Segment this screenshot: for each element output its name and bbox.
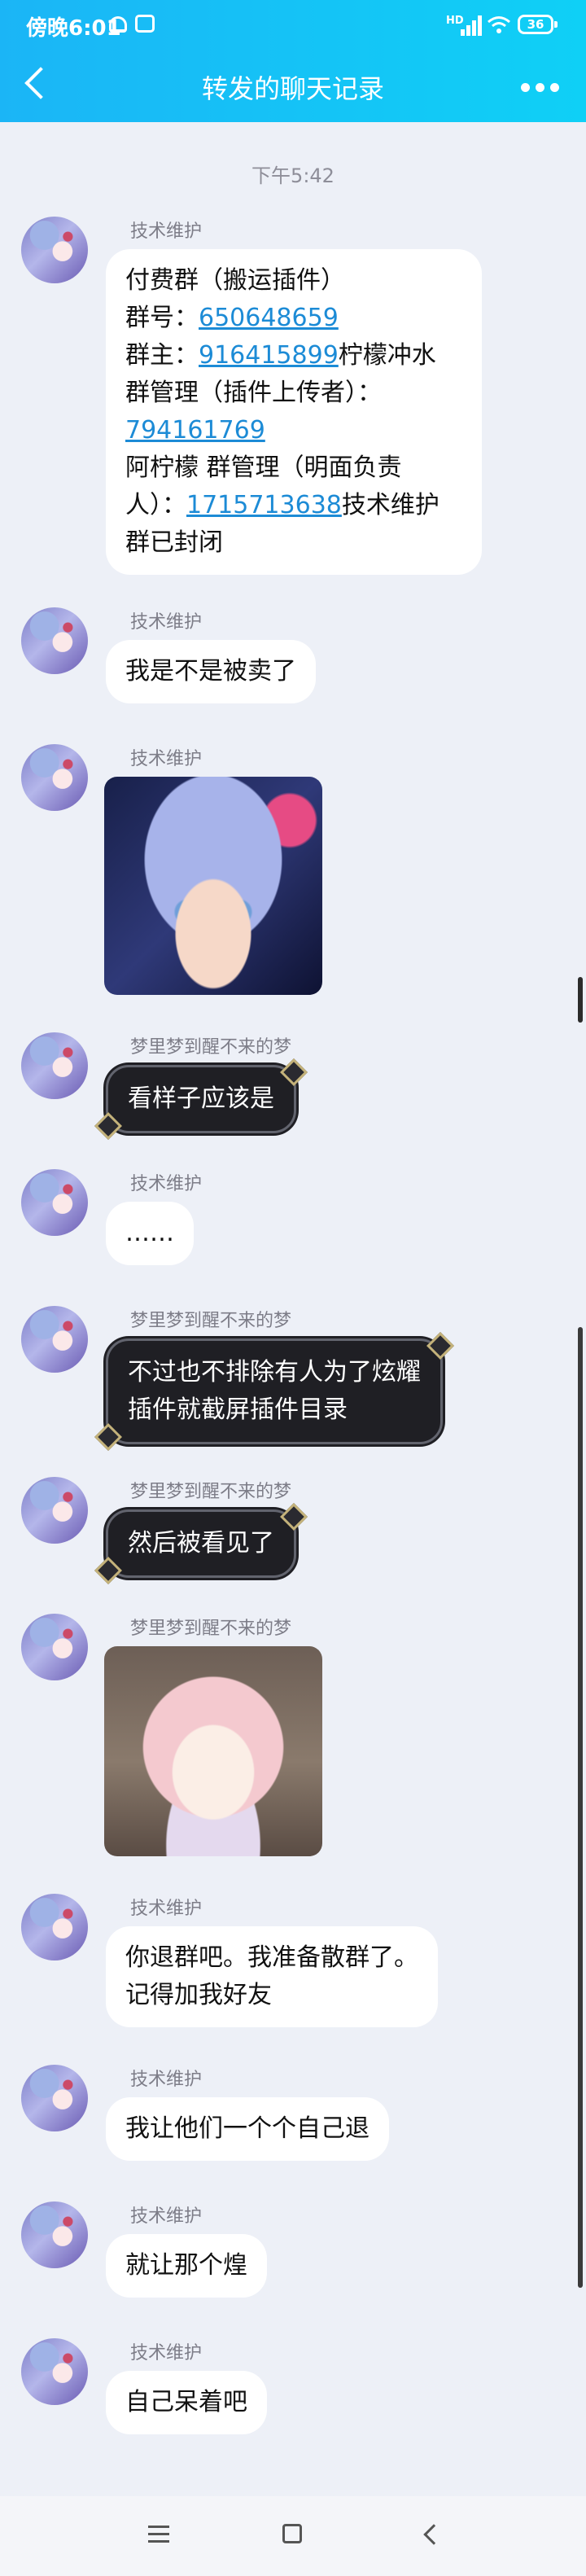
message-bubble[interactable]: 不过也不排除有人为了炫耀 插件就截屏插件目录 [106,1338,443,1444]
message-bubble[interactable]: 就让那个煌 [106,2234,267,2298]
sender-name: 梦里梦到醒不来的梦 [130,1037,292,1058]
time-divider: 下午5:42 [251,164,335,187]
admin-id-link[interactable]: 794161769 [125,416,265,445]
message-bubble[interactable]: 付费群（搬运插件） 群号：650648659 群主：916415899柠檬冲水 … [106,249,482,575]
battery-icon: 36 [518,15,558,34]
avatar[interactable] [21,1306,88,1373]
avatar[interactable] [21,2201,88,2268]
anime-girl-sticker[interactable] [104,777,322,995]
message-line: 你退群吧。我准备散群了。 [125,1943,418,1972]
sender-name: 梦里梦到醒不来的梦 [130,1482,292,1502]
message-line: 不过也不排除有人为了炫耀 [128,1358,421,1387]
sender-name: 技术维护 [130,2206,203,2227]
message-bubble[interactable]: 看样子应该是 [106,1065,296,1133]
app-notification-icon [135,15,155,33]
avatar[interactable] [21,2065,88,2131]
message-line: 794161769 [125,412,462,449]
menu-lines-icon[interactable] [148,2526,169,2543]
message-line: 付费群（搬运插件） [125,266,345,295]
nav-bar: 转发的聊天记录 [0,52,586,122]
sender-name: 技术维护 [130,1174,203,1194]
group-number-link[interactable]: 650648659 [199,304,339,332]
back-triangle-icon[interactable] [423,2524,444,2545]
avatar[interactable] [21,607,88,674]
system-navigation [0,2496,586,2576]
message-bubble[interactable]: 我让他们一个个自己退 [106,2097,389,2161]
message-line: 群号：650648659 [125,304,339,332]
sender-name: 梦里梦到醒不来的梦 [130,1311,292,1331]
home-square-icon[interactable] [282,2524,302,2543]
avatar[interactable] [21,1477,88,1544]
status-time: 傍晚6:01 [26,16,121,41]
owner-id-link[interactable]: 916415899 [199,341,339,370]
message-line: 插件就截屏插件目录 [128,1395,348,1424]
status-bar: 傍晚6:01 HD 36 [0,0,586,52]
scrollbar-thumb[interactable] [578,977,583,1023]
message-bubble[interactable]: …… [106,1202,194,1265]
notification-bell-icon [109,16,127,33]
avatar[interactable] [21,217,88,283]
message-line: 阿柠檬 群管理（明面负责 [125,453,402,482]
more-dots-icon[interactable] [521,83,560,93]
message-bubble[interactable]: 你退群吧。我准备散群了。 记得加我好友 [106,1926,438,2027]
sender-name: 技术维护 [130,612,203,633]
chat-history[interactable]: 下午5:42 技术维护 付费群（搬运插件） 群号：650648659 群主：91… [0,122,586,2496]
avatar[interactable] [21,1894,88,1960]
sender-name: 技术维护 [130,2343,203,2364]
avatar[interactable] [21,744,88,811]
message-bubble[interactable]: 我是不是被卖了 [106,640,316,703]
avatar[interactable] [21,1169,88,1236]
sender-name: 技术维护 [130,749,203,769]
sender-name: 技术维护 [130,221,203,242]
sender-name: 技术维护 [130,2070,203,2090]
message-line: 群已封闭 [125,528,223,557]
message-bubble[interactable]: 自己呆着吧 [106,2371,267,2434]
message-line: 人）：1715713638技术维护 [125,491,440,519]
page-title: 转发的聊天记录 [201,73,384,104]
crying-anime-girl-sticker[interactable] [104,1646,322,1856]
avatar[interactable] [21,2338,88,2405]
manager-id-link[interactable]: 1715713638 [186,491,342,519]
message-bubble[interactable]: 然后被看见了 [106,1509,296,1578]
message-line: 群主：916415899柠檬冲水 [125,341,436,370]
sender-name: 梦里梦到醒不来的梦 [130,1619,292,1639]
wifi-icon [488,16,510,33]
app-header: 傍晚6:01 HD 36 转发的聊天记录 [0,0,586,122]
avatar[interactable] [21,1032,88,1099]
signal-icon [461,15,485,36]
scrollbar-track[interactable] [578,1327,583,2288]
avatar[interactable] [21,1614,88,1680]
sender-name: 技术维护 [130,1899,203,1919]
message-line: 群管理（插件上传者）： [125,379,382,407]
message-line: 记得加我好友 [125,1981,272,2009]
